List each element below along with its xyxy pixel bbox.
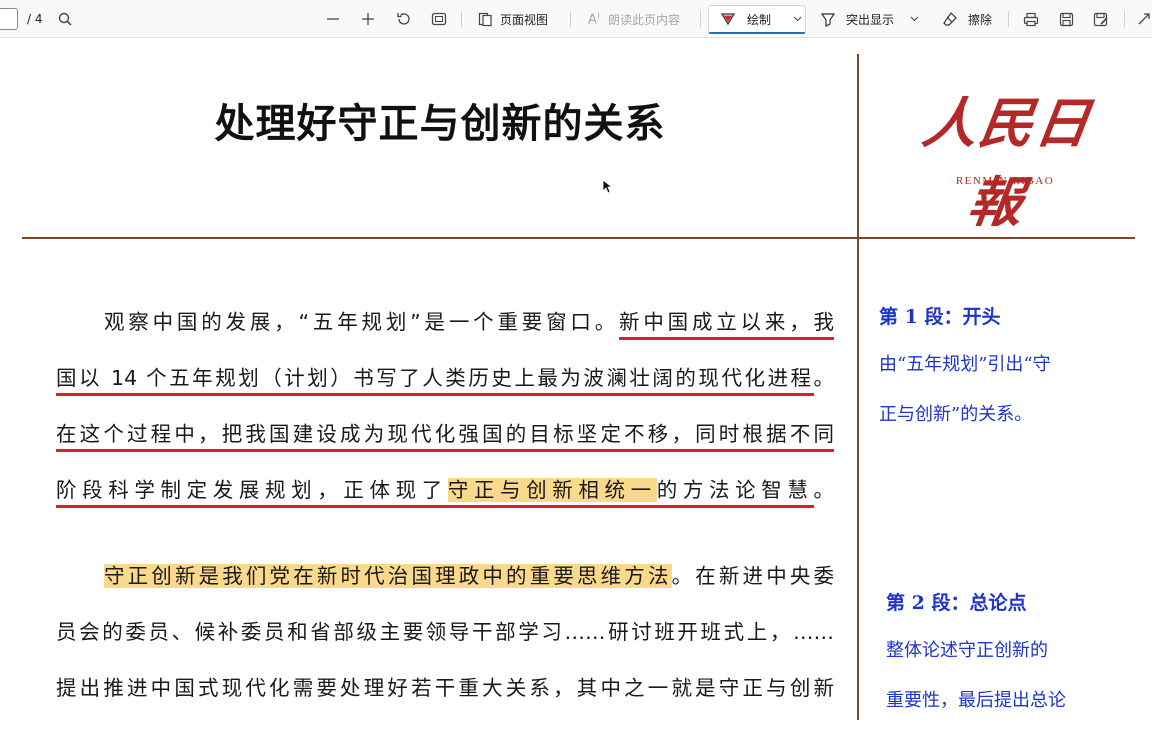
text-segment: 观察中国的发展，“五年规划”是一个重要窗口。	[104, 310, 620, 334]
yellow-highlight-annotation: 守正创新是我们党在新时代治国理政中的重要思维方法	[104, 564, 672, 588]
expand-icon[interactable]	[1132, 0, 1152, 38]
red-underline-annotation: 阶段科学制定发展规划，正体现了守正与创新相统一的方法论智慧	[56, 478, 814, 508]
paragraph-1: 观察中国的发展，“五年规划”是一个重要窗口。新中国成立以来，我 国以 14 个五…	[56, 294, 834, 518]
margin-note-2: 第 2 段：总论点 整体论述守正创新的 重要性，最后提出总论	[886, 588, 1136, 736]
vertical-divider	[857, 54, 859, 720]
page-view-button[interactable]: 页面视图	[478, 0, 548, 38]
search-icon[interactable]	[53, 0, 77, 38]
note-heading: 第 2 段：总论点	[886, 592, 1027, 614]
toolbar-divider	[570, 11, 571, 27]
note-line: 由“五年规划”引出“守	[879, 354, 1051, 375]
text-line: 国以 14 个五年规划（计划）书写了人类历史上最为波澜壮阔的现代化进程。	[56, 350, 834, 406]
red-underline-annotation: 国以 14 个五年规划（计划）书写了人类历史上最为波澜壮阔的现代化进程	[56, 366, 814, 396]
page-total: / 4	[27, 12, 43, 26]
logo-english-text: RENMIN RIBAO	[955, 175, 1055, 187]
document-page: 处理好守正与创新的关系 人民日報 RENMIN RIBAO 观察中国的发展，“五…	[0, 39, 1152, 720]
erase-label: 擦除	[968, 12, 993, 27]
text-segment: 。	[813, 366, 835, 390]
text-segment: 的方法论智慧	[656, 478, 814, 502]
text-line: 观察中国的发展，“五年规划”是一个重要窗口。新中国成立以来，我	[56, 294, 834, 350]
toolbar-divider	[1124, 11, 1125, 27]
note-heading: 第 1 段：开头	[879, 306, 1001, 328]
print-icon[interactable]	[1019, 0, 1043, 38]
paragraph-2: 守正创新是我们党在新时代治国理政中的重要思维方法。在新进中央委 员会的委员、候补…	[56, 548, 834, 716]
mouse-cursor-icon	[602, 179, 612, 194]
draw-tool[interactable]: 绘制	[720, 0, 802, 38]
chevron-down-icon[interactable]	[910, 16, 919, 22]
text-segment: 员会的委员、候补委员和省部级主要领导干部学习……研讨班开班式上，……	[56, 620, 834, 644]
fit-page-icon[interactable]	[427, 0, 451, 38]
note-line: 重要性，最后提出总论	[886, 690, 1066, 711]
save-icon[interactable]	[1054, 0, 1078, 38]
toolbar-divider	[461, 11, 462, 27]
toolbar-divider	[1008, 11, 1009, 27]
text-segment: 。在新进中央委	[671, 564, 835, 588]
page-view-icon	[478, 12, 492, 27]
erase-tool[interactable]: 擦除	[942, 0, 992, 38]
red-underline-annotation: 新中国成立以来，我	[619, 310, 834, 340]
save-as-icon[interactable]	[1089, 0, 1113, 38]
read-aloud-label: 朗读此页内容	[608, 12, 681, 27]
pen-icon	[720, 11, 736, 27]
text-segment: 提出推进中国式现代化需要处理好若干重大关系，其中之一就是守正与创新	[56, 676, 834, 700]
note-line: 整体论述守正创新的	[886, 640, 1048, 661]
read-aloud-icon: A)	[588, 10, 601, 28]
chevron-down-icon[interactable]	[793, 16, 802, 22]
highlight-label: 突出显示	[846, 12, 895, 27]
article-title: 处理好守正与创新的关系	[214, 100, 666, 147]
newspaper-logo: 人民日報 RENMIN RIBAO	[895, 79, 1115, 234]
page-view-label: 页面视图	[500, 12, 549, 27]
text-line: 员会的委员、候补委员和省部级主要领导干部学习……研讨班开班式上，……	[56, 604, 834, 660]
rotate-icon[interactable]	[392, 0, 416, 38]
pdf-toolbar: / 4 页面视图 A) 朗读此页内容 绘制 突出显示 擦除	[0, 0, 1152, 38]
logo-chinese-text: 人民日報	[918, 91, 1096, 234]
zoom-out-icon[interactable]	[321, 0, 345, 38]
text-segment: 。	[813, 478, 835, 502]
draw-label: 绘制	[747, 12, 772, 27]
text-line: 阶段科学制定发展规划，正体现了守正与创新相统一的方法论智慧。	[56, 462, 834, 518]
zoom-in-icon[interactable]	[356, 0, 380, 38]
horizontal-divider	[22, 237, 1135, 239]
yellow-highlight-annotation: 守正与创新相统一	[447, 478, 657, 502]
highlighter-icon	[820, 11, 836, 27]
text-line: 守正创新是我们党在新时代治国理政中的重要思维方法。在新进中央委	[56, 548, 834, 604]
toolbar-divider	[700, 11, 701, 27]
text-line: 在这个过程中，把我国建设成为现代化强国的目标坚定不移，同时根据不同	[56, 406, 834, 462]
read-aloud-button[interactable]: A) 朗读此页内容	[588, 0, 680, 38]
highlight-tool[interactable]: 突出显示	[820, 0, 919, 38]
text-segment: 阶段科学制定发展规划，正体现了	[56, 478, 448, 502]
text-line: 提出推进中国式现代化需要处理好若干重大关系，其中之一就是守正与创新	[56, 660, 834, 716]
note-line: 正与创新”的关系。	[879, 404, 1033, 425]
page-number-input[interactable]	[0, 8, 18, 30]
margin-note-1: 第 1 段：开头 由“五年规划”引出“守 正与创新”的关系。	[879, 302, 1129, 450]
red-underline-annotation: 在这个过程中，把我国建设成为现代化强国的目标坚定不移，同时根据不同	[56, 422, 834, 452]
eraser-icon	[942, 11, 958, 27]
